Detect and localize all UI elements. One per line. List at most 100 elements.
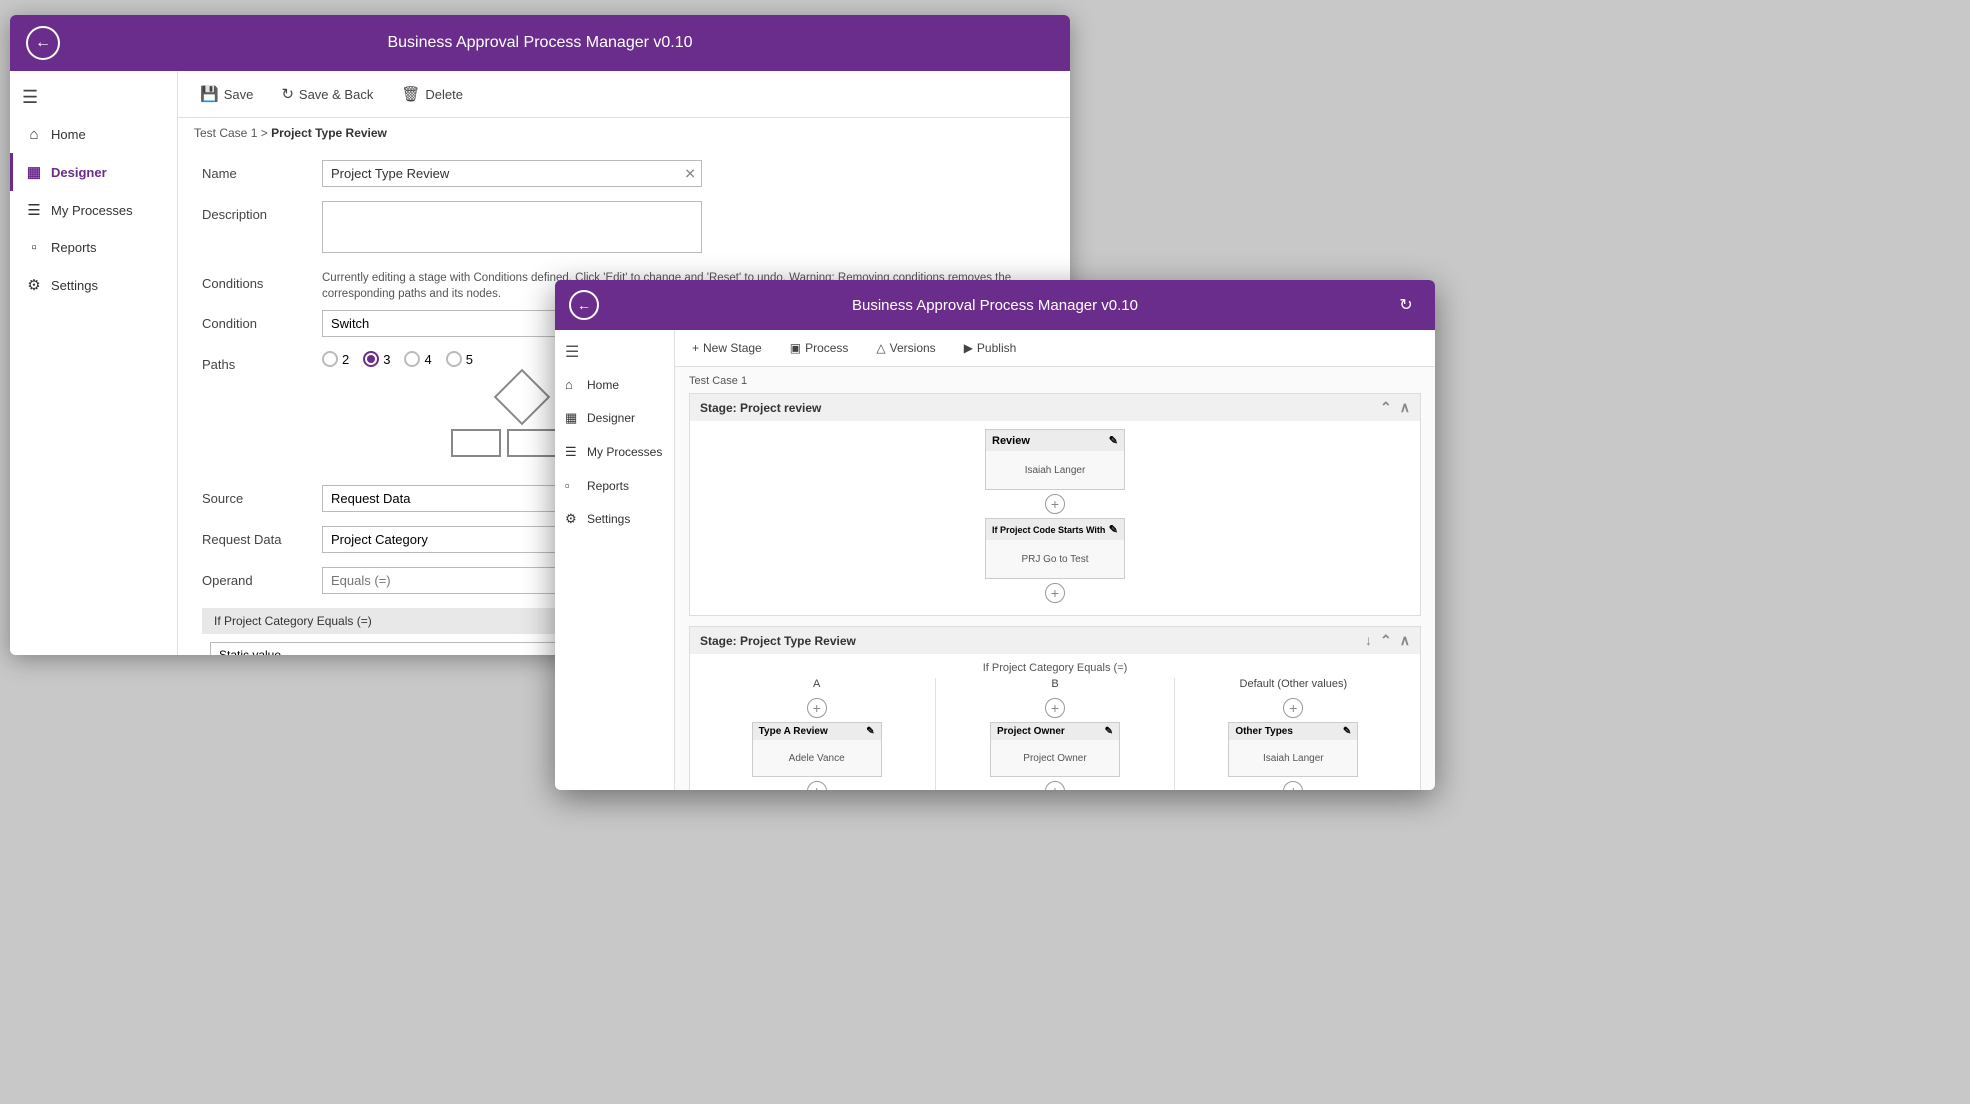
w2-sidebar-my-processes[interactable]: ☰ My Processes [555, 435, 674, 469]
plus-icon: + [692, 341, 699, 355]
paths-label: Paths [202, 351, 322, 372]
description-field [322, 201, 1046, 256]
home-icon: ⌂ [25, 126, 43, 143]
add-below-col-a-button[interactable]: + [807, 781, 827, 790]
task-review-name: Review [992, 435, 1030, 447]
conditions-label: Conditions [202, 270, 322, 291]
versions-label: Versions [890, 341, 936, 355]
request-data-label: Request Data [202, 526, 322, 547]
task-projowner-name: Project Owner [997, 726, 1065, 737]
publish-label: Publish [977, 341, 1016, 355]
name-input[interactable] [322, 160, 702, 187]
w2-designer-icon: ▦ [565, 410, 581, 426]
my-processes-icon: ☰ [25, 201, 43, 219]
stage2-block: Stage: Project Type Review ↓ ⌃ ∧ If Proj… [689, 626, 1421, 790]
window2-back-button[interactable]: ← [569, 290, 599, 320]
process-button[interactable]: ▣ Process [785, 338, 854, 358]
w2-reports-label: Reports [587, 479, 629, 493]
hamburger-icon[interactable]: ☰ [10, 79, 177, 116]
window2-main: + New Stage ▣ Process △ Versions ▶ Publi… [675, 330, 1435, 790]
description-input[interactable] [322, 201, 702, 253]
add-below-ifcode-button[interactable]: + [1045, 583, 1065, 603]
task-review-header: Review ✎ [986, 430, 1124, 451]
task-typea-header: Type A Review ✎ [753, 723, 881, 740]
switch-box-1 [451, 429, 501, 457]
task-projowner-header: Project Owner ✎ [991, 723, 1119, 740]
window2: ← Business Approval Process Manager v0.1… [555, 280, 1435, 790]
task-othertypes-body: Isaiah Langer [1229, 740, 1357, 776]
edit-task-review-icon[interactable]: ✎ [1109, 434, 1118, 447]
publish-button[interactable]: ▶ Publish [959, 338, 1022, 358]
path-opt-2[interactable]: 2 [322, 351, 349, 367]
radio-2 [322, 351, 338, 367]
task-ifcode-header: If Project Code Starts With ✎ [986, 519, 1124, 540]
edit-stage2-icon[interactable]: ⌃ [1380, 632, 1392, 649]
delete-button[interactable]: 🗑 Delete [395, 81, 469, 107]
versions-button[interactable]: △ Versions [871, 338, 940, 358]
edit-stage1-icon[interactable]: ⌃ [1380, 399, 1392, 416]
stage1-actions: ⌃ ∧ [1380, 399, 1410, 416]
w2-hamburger-icon[interactable]: ☰ [555, 336, 674, 368]
collapse-stage2-icon[interactable]: ∧ [1400, 632, 1410, 649]
window2-title: Business Approval Process Manager v0.10 [852, 297, 1138, 314]
delete-icon: 🗑 [401, 85, 420, 103]
path-opt-5[interactable]: 5 [446, 351, 473, 367]
edit-typea-icon[interactable]: ✎ [866, 726, 874, 737]
edit-othertypes-icon[interactable]: ✎ [1343, 726, 1351, 737]
window1-title: Business Approval Process Manager v0.10 [387, 34, 692, 52]
sidebar-item-my-processes[interactable]: ☰ My Processes [10, 191, 177, 229]
save-button[interactable]: 💾 Save [194, 81, 259, 107]
name-row: Name ✕ [202, 160, 1046, 187]
name-clear-button[interactable]: ✕ [684, 165, 696, 182]
task-othertypes-name: Other Types [1235, 726, 1293, 737]
add-above-col-default-button[interactable]: + [1283, 698, 1303, 718]
sidebar-item-settings[interactable]: ⚙ Settings [10, 266, 177, 304]
col-b-label: B [1051, 678, 1058, 690]
edit-projowner-icon[interactable]: ✎ [1105, 726, 1113, 737]
task-typea-person: Adele Vance [789, 753, 845, 764]
description-label: Description [202, 201, 322, 222]
add-below-col-b-button[interactable]: + [1045, 781, 1065, 790]
radio-3 [363, 351, 379, 367]
save-icon: 💾 [200, 85, 219, 103]
stage2-header: Stage: Project Type Review ↓ ⌃ ∧ [690, 627, 1420, 654]
save-back-button[interactable]: ↻ Save & Back [275, 81, 379, 107]
reports-icon: ▫ [25, 239, 43, 256]
switch-box-2 [507, 429, 557, 457]
save-back-label: Save & Back [299, 87, 373, 102]
stage2-condition-header: If Project Category Equals (=) [698, 662, 1412, 674]
designer-icon: ▦ [25, 163, 43, 181]
col-default-label: Default (Other values) [1240, 678, 1348, 690]
collapse-stage1-icon[interactable]: ∧ [1400, 399, 1410, 416]
w2-sidebar-reports[interactable]: ▫ Reports [555, 469, 674, 502]
add-above-col-b-button[interactable]: + [1045, 698, 1065, 718]
new-stage-button[interactable]: + New Stage [687, 338, 767, 358]
w2-sidebar-home[interactable]: ⌂ Home [555, 368, 674, 401]
w2-my-processes-label: My Processes [587, 445, 662, 459]
radio-4 [404, 351, 420, 367]
add-below-col-default-button[interactable]: + [1283, 781, 1303, 790]
w2-sidebar-designer[interactable]: ▦ Designer [555, 401, 674, 435]
stage2-col-b: B + Project Owner ✎ Project Owner [936, 678, 1174, 790]
path-opt-4[interactable]: 4 [404, 351, 431, 367]
sidebar-item-home[interactable]: ⌂ Home [10, 116, 177, 153]
w2-sidebar-settings[interactable]: ⚙ Settings [555, 502, 674, 536]
add-below-review-button[interactable]: + [1045, 494, 1065, 514]
window1-back-button[interactable]: ← [26, 26, 60, 60]
save-label: Save [224, 87, 254, 102]
add-above-col-a-button[interactable]: + [807, 698, 827, 718]
w2-reports-icon: ▫ [565, 478, 581, 493]
move-down-stage2-icon[interactable]: ↓ [1365, 632, 1372, 649]
sidebar-item-designer[interactable]: ▦ Designer [10, 153, 177, 191]
edit-ifcode-icon[interactable]: ✎ [1109, 523, 1118, 536]
stage1-block: Stage: Project review ⌃ ∧ Review [689, 393, 1421, 616]
sidebar-item-reports-label: Reports [51, 240, 97, 255]
refresh-button[interactable]: ↻ [1391, 290, 1421, 320]
window1-titlebar: ← Business Approval Process Manager v0.1… [10, 15, 1070, 71]
sidebar-item-designer-label: Designer [51, 165, 107, 180]
path-opt-3[interactable]: 3 [363, 351, 390, 367]
save-back-icon: ↻ [281, 85, 294, 103]
condition-label: Condition [202, 310, 322, 331]
sidebar-item-reports[interactable]: ▫ Reports [10, 229, 177, 266]
task-ifcode-name: If Project Code Starts With [992, 525, 1105, 535]
